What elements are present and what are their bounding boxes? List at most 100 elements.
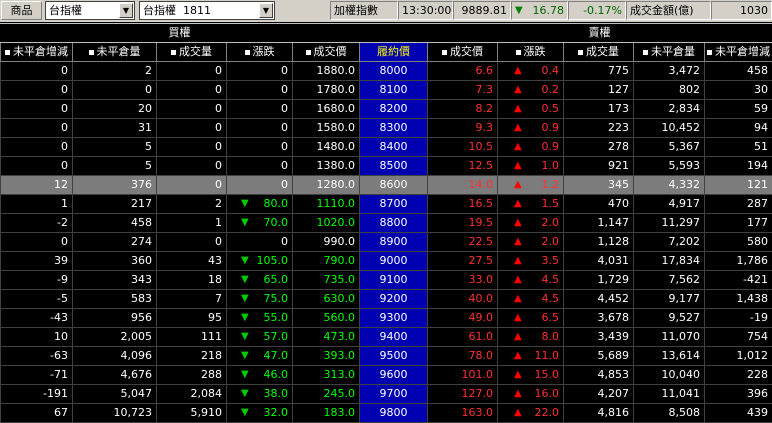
up-triangle-icon: ▲ — [514, 388, 522, 399]
call-open-interest: 20 — [72, 100, 156, 119]
put-volume: 4,031 — [563, 252, 633, 271]
contract-select[interactable]: 台指權 1811 ▼ — [139, 1, 275, 20]
call-price-value: 735.0 — [323, 273, 356, 286]
call-oi-change-value: -43 — [50, 311, 68, 324]
call-volume: 0 — [156, 138, 226, 157]
call-volume-value: 218 — [201, 349, 222, 362]
call-price-header[interactable]: 成交價 — [292, 43, 359, 62]
call-open-interest: 4,096 — [72, 347, 156, 366]
put-change-header[interactable]: 漲跌 — [497, 43, 563, 62]
table-row[interactable]: 0 274 0 0 990.0 8900 22.5 2.0 ▲ 1,128 7,202 580 — [0, 233, 772, 252]
strike-price-value: 8200 — [379, 102, 408, 115]
down-triangle-icon: ▼ — [241, 198, 249, 209]
table-row[interactable]: -43 956 95 55.0 ▼ 560.0 9300 49.0 6.5 ▲ 3,678 9,527… — [0, 309, 772, 328]
up-triangle-icon: ▲ — [514, 293, 522, 304]
table-row[interactable]: -191 5,047 2,084 38.0 ▼ 245.0 9700 127.0 16.0 ▲ 4,… — [0, 385, 772, 404]
call-open-interest-value: 4,676 — [120, 368, 153, 381]
table-row[interactable]: 0 5 0 0 1480.0 8400 10.5 0.9 ▲ 278 5,367 51 — [0, 138, 772, 157]
put-open-interest-header-label: 未平倉量 — [651, 45, 695, 58]
put-open-interest-header[interactable]: 未平倉量 — [633, 43, 704, 62]
contract-select-value: 台指權 1811 — [143, 4, 211, 17]
put-volume-header[interactable]: 成交量 — [563, 43, 633, 62]
put-change: 0.9 ▲ — [497, 119, 563, 138]
put-change: 2.0 ▲ — [497, 233, 563, 252]
call-volume-value: 0 — [215, 121, 222, 134]
table-row[interactable]: 67 10,723 5,910 32.0 ▼ 183.0 9800 163.0 22.0 ▲ 4,8… — [0, 404, 772, 423]
table-row[interactable]: 0 31 0 0 1580.0 8300 9.3 0.9 ▲ 223 10,452 94 — [0, 119, 772, 138]
up-triangle-icon: ▲ — [514, 255, 522, 266]
call-oi-change-header[interactable]: 未平倉增減 — [0, 43, 72, 62]
strike-price: 8500 — [359, 157, 427, 176]
table-row[interactable]: 0 0 0 0 1780.0 8100 7.3 0.2 ▲ 127 802 30 — [0, 81, 772, 100]
table-row[interactable]: -63 4,096 218 47.0 ▼ 393.0 9500 78.0 11.0 ▲ 5,689 1… — [0, 347, 772, 366]
call-oi-change-value: 0 — [61, 102, 68, 115]
call-open-interest-value: 360 — [131, 254, 152, 267]
table-row[interactable]: -2 458 1 70.0 ▼ 1020.0 8800 19.5 2.0 ▲ 1,147 11,297… — [0, 214, 772, 233]
call-price-value: 1880.0 — [316, 64, 356, 77]
call-volume-header[interactable]: 成交量 — [156, 43, 226, 62]
table-row[interactable]: 10 2,005 111 57.0 ▼ 473.0 9400 61.0 8.0 ▲ 3,439 11,… — [0, 328, 772, 347]
call-volume: 0 — [156, 62, 226, 81]
strike-price: 9100 — [359, 271, 427, 290]
down-triangle-icon: ▼ — [241, 293, 249, 304]
put-volume-value: 4,207 — [597, 387, 630, 400]
sort-indicator-icon — [515, 49, 521, 55]
put-oi-change: 228 — [704, 366, 772, 385]
put-oi-change-header[interactable]: 未平倉增減 — [704, 43, 772, 62]
table-row[interactable]: 0 5 0 0 1380.0 8500 12.5 1.0 ▲ 921 5,593 194 — [0, 157, 772, 176]
table-row[interactable]: 1 217 2 80.0 ▼ 1110.0 8700 16.5 1.5 ▲ 470 4,917 287 — [0, 195, 772, 214]
call-price: 990.0 — [292, 233, 359, 252]
call-oi-change-value: 12 — [54, 178, 68, 191]
put-price-header[interactable]: 成交價 — [427, 43, 497, 62]
call-change-value: 0 — [281, 178, 288, 191]
sort-indicator-icon — [578, 49, 583, 55]
call-open-interest-header[interactable]: 未平倉量 — [72, 43, 156, 62]
put-volume-value: 775 — [608, 64, 629, 77]
table-row[interactable]: -5 583 7 75.0 ▼ 630.0 9200 40.0 4.5 ▲ 4,452 9,177 1,… — [0, 290, 772, 309]
call-open-interest-value: 343 — [131, 273, 152, 286]
put-price: 127.0 — [427, 385, 497, 404]
call-oi-change: 0 — [0, 138, 72, 157]
call-open-interest-header-label: 未平倉量 — [96, 45, 141, 58]
call-price-value: 1380.0 — [316, 159, 356, 172]
put-open-interest: 7,562 — [633, 271, 704, 290]
call-volume-value: 0 — [215, 159, 222, 172]
up-triangle-icon: ▲ — [514, 350, 522, 361]
table-row[interactable]: -9 343 18 65.0 ▼ 735.0 9100 33.0 4.5 ▲ 1,729 7,562 -… — [0, 271, 772, 290]
call-change-value: 65.0 — [263, 273, 289, 286]
call-oi-change: 0 — [0, 119, 72, 138]
table-row[interactable]: 0 2 0 0 1880.0 8000 6.6 0.4 ▲ 775 3,472 458 — [0, 62, 772, 81]
call-price: 790.0 — [292, 252, 359, 271]
call-open-interest: 274 — [72, 233, 156, 252]
table-row[interactable]: 0 20 0 0 1680.0 8200 8.2 0.5 ▲ 173 2,834 59 — [0, 100, 772, 119]
strike-price: 9600 — [359, 366, 427, 385]
call-price: 1580.0 — [292, 119, 359, 138]
call-change-header[interactable]: 漲跌 — [226, 43, 292, 62]
put-volume-value: 3,678 — [597, 311, 630, 324]
put-volume-value: 173 — [608, 102, 629, 115]
call-price: 473.0 — [292, 328, 359, 347]
strike-header[interactable]: 履約價 — [359, 43, 427, 62]
put-open-interest-value: 10,452 — [661, 121, 701, 134]
put-price-value: 27.5 — [468, 254, 494, 267]
table-row[interactable]: 12 376 0 0 1280.0 8600 14.0 1.2 ▲ 345 4,332 121 — [0, 176, 772, 195]
put-open-interest: 9,527 — [633, 309, 704, 328]
call-change: 46.0 ▼ — [226, 366, 292, 385]
table-row[interactable]: 39 360 43 105.0 ▼ 790.0 9000 27.5 3.5 ▲ 4,031 17,83… — [0, 252, 772, 271]
put-change-value: 0.9 — [541, 140, 560, 153]
sort-indicator-icon — [707, 49, 712, 55]
put-volume-value: 5,689 — [597, 349, 630, 362]
put-price: 27.5 — [427, 252, 497, 271]
put-price-value: 163.0 — [461, 406, 494, 419]
put-change-value: 0.4 — [541, 64, 560, 77]
chevron-down-icon[interactable]: ▼ — [119, 3, 133, 18]
put-open-interest-value: 2,834 — [668, 102, 701, 115]
call-change: 38.0 ▼ — [226, 385, 292, 404]
put-change: 16.0 ▲ — [497, 385, 563, 404]
put-price-value: 10.5 — [468, 140, 494, 153]
table-row[interactable]: -71 4,676 288 46.0 ▼ 313.0 9600 101.0 15.0 ▲ 4,853… — [0, 366, 772, 385]
chevron-down-icon[interactable]: ▼ — [259, 3, 273, 18]
product-select[interactable]: 台指權 ▼ — [45, 1, 135, 20]
call-price-value: 313.0 — [323, 368, 356, 381]
call-change-value: 32.0 — [263, 406, 289, 419]
